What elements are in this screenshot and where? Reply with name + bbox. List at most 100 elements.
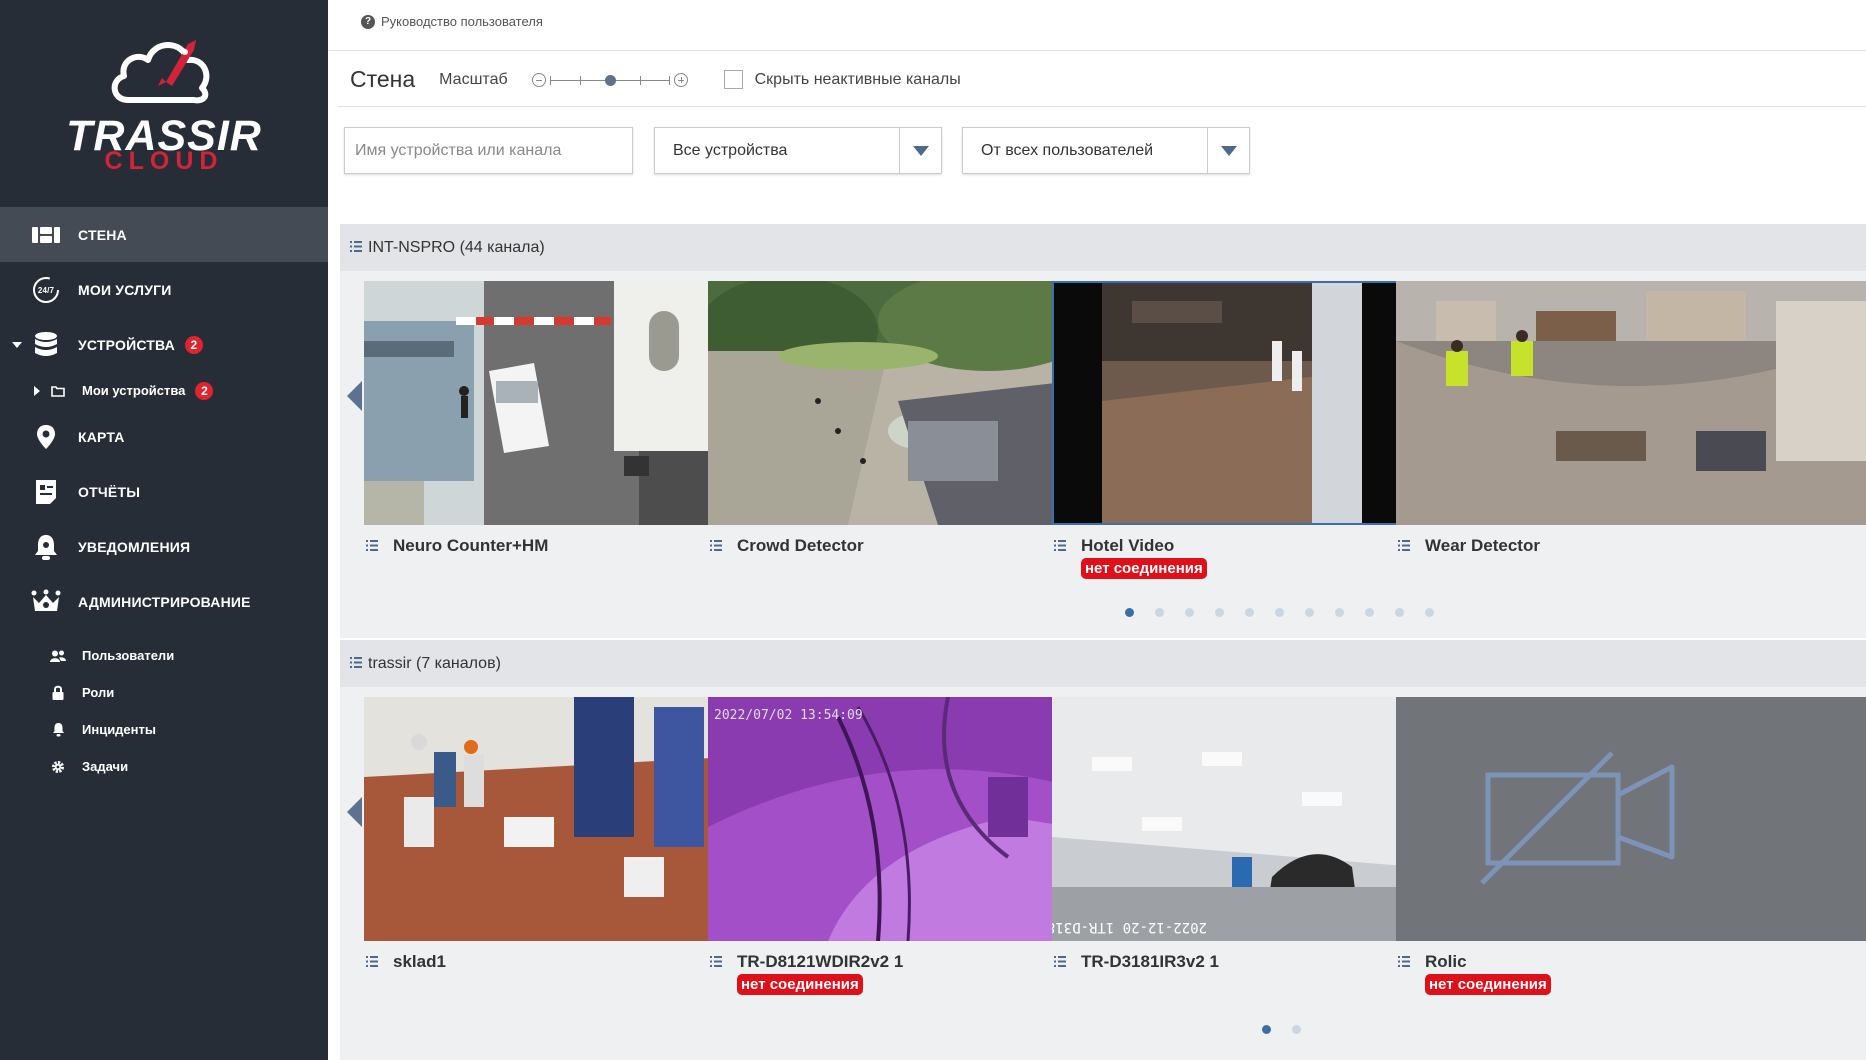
camera-tile[interactable]: 2022/07/02 13:54:09 TR-D8121WDIR2v2 1 не… bbox=[708, 697, 1073, 995]
carousel-pagination bbox=[1262, 1025, 1322, 1034]
camera-tile[interactable]: Neuro Counter+HM bbox=[364, 281, 729, 557]
osd-timestamp: 2022-12-20 1TR-D3181IR3v bbox=[1052, 919, 1207, 935]
nav-item-notifications[interactable]: УВЕДОМЛЕНИЯ bbox=[0, 519, 328, 574]
camera-tile[interactable]: Wear Detector bbox=[1396, 281, 1866, 557]
nav-item-my-devices[interactable]: Мои устройства 2 bbox=[0, 372, 328, 409]
map-pin-icon bbox=[30, 421, 62, 453]
main-content: ? Руководство пользователя Стена Масштаб… bbox=[328, 0, 1866, 1060]
camera-tile[interactable]: Hotel Video нет соединения bbox=[1052, 281, 1417, 579]
pagination-dot[interactable] bbox=[1365, 608, 1374, 617]
camera-name[interactable]: Neuro Counter+HM bbox=[364, 535, 729, 557]
camera-preview[interactable] bbox=[364, 281, 729, 525]
camera-preview[interactable] bbox=[1396, 281, 1866, 525]
camera-name[interactable]: Wear Detector bbox=[1396, 535, 1866, 557]
nav-item-tasks[interactable]: Задачи bbox=[0, 748, 328, 785]
my-devices-count-badge: 2 bbox=[195, 381, 214, 400]
collapse-caret-icon[interactable] bbox=[34, 385, 40, 396]
camera-carousel: sklad1 2022/07/02 13:54:09 TR-D8121WDIR2… bbox=[340, 687, 1866, 1060]
nav-item-reports[interactable]: ОТЧЁТЫ bbox=[0, 464, 328, 519]
devices-select[interactable]: Все устройства bbox=[654, 127, 942, 174]
camera-preview[interactable] bbox=[1396, 697, 1866, 941]
chevron-down-icon bbox=[912, 145, 929, 156]
divider bbox=[338, 106, 1866, 107]
help-icon: ? bbox=[361, 14, 375, 29]
camera-preview[interactable]: 2022-12-20 1TR-D3181IR3v bbox=[1052, 697, 1417, 941]
users-icon bbox=[49, 647, 67, 665]
device-group-header[interactable]: trassir (7 каналов) bbox=[340, 640, 1866, 687]
camera-tile[interactable]: 2022-12-20 1TR-D3181IR3v TR-D3181IR3v2 1 bbox=[1052, 697, 1417, 973]
camera-preview[interactable] bbox=[364, 697, 729, 941]
osd-timestamp: 2022/07/02 13:54:09 bbox=[714, 708, 863, 723]
expand-caret-icon[interactable] bbox=[12, 341, 22, 348]
pagination-dot[interactable] bbox=[1305, 608, 1314, 617]
users-select-toggle[interactable] bbox=[1207, 128, 1249, 173]
filters-bar: Все устройства От всех пользователей bbox=[344, 127, 1250, 174]
nav-item-map[interactable]: КАРТА bbox=[0, 409, 328, 464]
nav-item-incidents-label: Инциденты bbox=[82, 722, 156, 737]
pagination-dot[interactable] bbox=[1335, 608, 1344, 617]
carousel-prev-icon[interactable] bbox=[347, 381, 362, 411]
pagination-dot[interactable] bbox=[1395, 608, 1404, 617]
zoom-slider-handle[interactable] bbox=[604, 74, 616, 86]
device-group-header[interactable]: INT-NSPRO (44 канала) bbox=[340, 224, 1866, 271]
pagination-dot[interactable] bbox=[1215, 608, 1224, 617]
user-guide-link[interactable]: ? Руководство пользователя bbox=[361, 14, 543, 29]
nav-item-services[interactable]: 24/7 МОИ УСЛУГИ bbox=[0, 262, 328, 317]
camera-name-label: Hotel Video bbox=[1081, 536, 1175, 555]
nav-item-devices[interactable]: УСТРОЙСТВА 2 bbox=[0, 317, 328, 372]
pagination-dot[interactable] bbox=[1275, 608, 1284, 617]
pagination-dot[interactable] bbox=[1185, 608, 1194, 617]
camera-preview[interactable] bbox=[1052, 281, 1417, 525]
list-icon bbox=[366, 956, 378, 967]
camera-name[interactable]: Hotel Video bbox=[1052, 535, 1417, 557]
nav-item-roles[interactable]: Роли bbox=[0, 674, 328, 711]
camera-name[interactable]: TR-D3181IR3v2 1 bbox=[1052, 951, 1417, 973]
camera-name[interactable]: Rolic bbox=[1396, 951, 1866, 973]
camera-tile[interactable]: Crowd Detector bbox=[708, 281, 1073, 557]
crown-icon bbox=[30, 586, 62, 618]
hide-inactive-checkbox[interactable] bbox=[723, 70, 743, 89]
wall-icon bbox=[30, 219, 62, 251]
device-group-title: INT-NSPRO (44 канала) bbox=[368, 238, 545, 256]
nav-item-users[interactable]: Пользователи bbox=[0, 637, 328, 674]
camera-name[interactable]: TR-D8121WDIR2v2 1 bbox=[708, 951, 1073, 973]
devices-select-toggle[interactable] bbox=[899, 128, 941, 173]
nav-item-admin[interactable]: АДМИНИСТРИРОВАНИЕ bbox=[0, 574, 328, 629]
users-select[interactable]: От всех пользователей bbox=[962, 127, 1250, 174]
trassir-cloud-logo[interactable]: TRASSIR CLOUD bbox=[0, 0, 328, 205]
pagination-dot[interactable] bbox=[1425, 608, 1434, 617]
page-title: Стена bbox=[350, 66, 416, 92]
nav-item-tasks-label: Задачи bbox=[82, 759, 129, 774]
no-connection-badge: нет соединения bbox=[737, 974, 863, 995]
camera-name-label: Wear Detector bbox=[1425, 536, 1540, 555]
camera-preview[interactable]: 2022/07/02 13:54:09 bbox=[708, 697, 1073, 941]
list-icon bbox=[350, 241, 362, 252]
nav-item-incidents[interactable]: Инциденты bbox=[0, 711, 328, 748]
nav-item-wall[interactable]: СТЕНА bbox=[0, 207, 328, 262]
nav-item-map-label: КАРТА bbox=[78, 428, 125, 445]
lock-icon bbox=[49, 684, 67, 702]
zoom-in-icon[interactable] bbox=[673, 72, 688, 87]
camera-tile[interactable]: Rolic нет соединения bbox=[1396, 697, 1866, 995]
device-group-title: trassir (7 каналов) bbox=[368, 654, 501, 672]
pagination-dot[interactable] bbox=[1155, 608, 1164, 617]
scale-label: Масштаб bbox=[439, 70, 508, 88]
cloud-rocket-icon bbox=[111, 40, 210, 104]
pagination-dot[interactable] bbox=[1292, 1025, 1301, 1034]
camera-name[interactable]: sklad1 bbox=[364, 951, 729, 973]
video-off-icon bbox=[1480, 751, 1675, 885]
gear-icon bbox=[49, 758, 67, 776]
zoom-out-icon[interactable] bbox=[531, 72, 546, 87]
camera-tile[interactable]: sklad1 bbox=[364, 697, 729, 973]
search-input[interactable] bbox=[344, 127, 633, 174]
pagination-dot[interactable] bbox=[1262, 1025, 1271, 1034]
list-icon bbox=[1054, 540, 1066, 551]
camera-preview[interactable] bbox=[708, 281, 1073, 525]
camera-name[interactable]: Crowd Detector bbox=[708, 535, 1073, 557]
pagination-dot[interactable] bbox=[1245, 608, 1254, 617]
zoom-slider[interactable] bbox=[549, 73, 670, 87]
pagination-dot[interactable] bbox=[1125, 608, 1134, 617]
carousel-prev-icon[interactable] bbox=[347, 797, 362, 827]
hide-inactive-toggle[interactable]: Скрыть неактивные каналы bbox=[723, 70, 961, 89]
camera-name-label: Neuro Counter+HM bbox=[393, 536, 549, 555]
